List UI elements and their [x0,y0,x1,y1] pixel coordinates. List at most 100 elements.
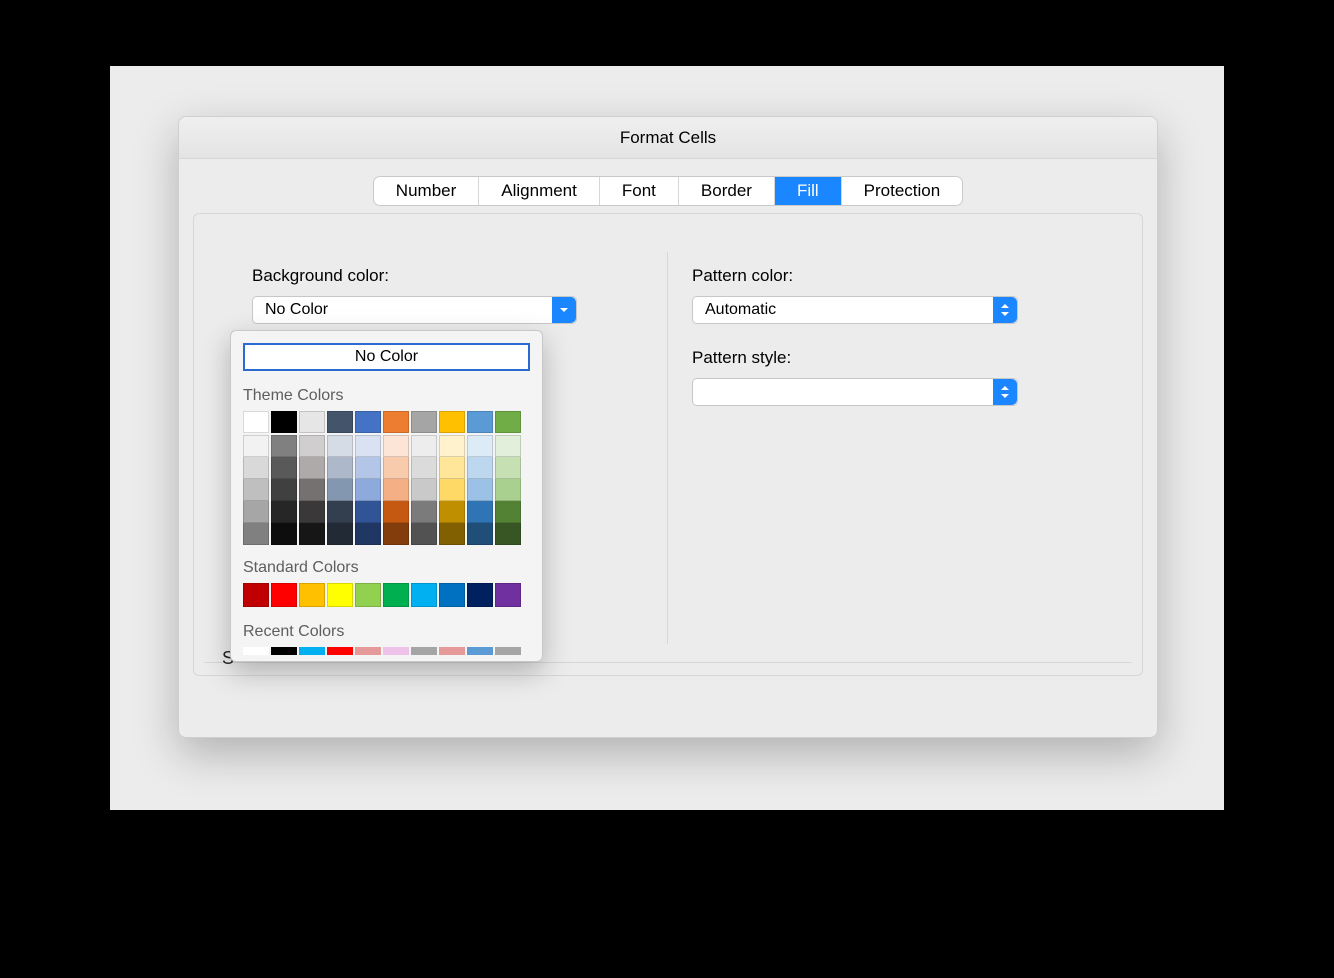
standard-colors-title: Standard Colors [243,559,530,583]
color-swatch[interactable] [383,583,409,607]
background-color-value: No Color [265,301,328,319]
color-swatch[interactable] [243,647,269,655]
color-swatch[interactable] [495,501,521,523]
tab-fill[interactable]: Fill [775,177,842,205]
color-swatch[interactable] [355,501,381,523]
color-swatch[interactable] [467,523,493,545]
color-swatch[interactable] [355,479,381,501]
color-swatch[interactable] [467,435,493,457]
color-swatch[interactable] [495,411,521,433]
color-swatch[interactable] [327,479,353,501]
color-swatch[interactable] [411,523,437,545]
color-swatch[interactable] [243,583,269,607]
color-swatch[interactable] [439,523,465,545]
color-swatch[interactable] [467,457,493,479]
color-swatch[interactable] [327,411,353,433]
color-swatch[interactable] [467,647,493,655]
color-swatch[interactable] [467,501,493,523]
dialog-title: Format Cells [620,128,716,148]
color-swatch[interactable] [439,583,465,607]
color-swatch[interactable] [355,411,381,433]
color-swatch[interactable] [243,501,269,523]
color-swatch[interactable] [467,583,493,607]
pattern-style-label: Pattern style: [692,324,1084,378]
color-swatch[interactable] [243,435,269,457]
color-swatch[interactable] [411,411,437,433]
color-swatch[interactable] [383,647,409,655]
color-swatch[interactable] [411,583,437,607]
color-swatch[interactable] [355,523,381,545]
color-swatch[interactable] [327,457,353,479]
color-swatch[interactable] [271,501,297,523]
color-swatch[interactable] [495,479,521,501]
color-swatch[interactable] [355,583,381,607]
tab-protection[interactable]: Protection [842,177,963,205]
color-swatch[interactable] [299,583,325,607]
color-swatch[interactable] [271,435,297,457]
tab-border[interactable]: Border [679,177,775,205]
color-swatch[interactable] [271,583,297,607]
color-swatch[interactable] [411,647,437,655]
color-swatch[interactable] [383,457,409,479]
color-swatch[interactable] [327,523,353,545]
color-swatch[interactable] [271,479,297,501]
background-color-dropdown[interactable]: No Color [252,296,577,324]
color-swatch[interactable] [243,411,269,433]
color-swatch[interactable] [495,523,521,545]
dialog-titlebar: Format Cells [179,117,1157,159]
color-swatch[interactable] [299,523,325,545]
color-swatch[interactable] [243,523,269,545]
color-swatch[interactable] [271,647,297,655]
color-picker-popover: No Color Theme Colors Standard Colors Re… [230,330,543,662]
color-swatch[interactable] [299,501,325,523]
color-swatch[interactable] [383,523,409,545]
color-swatch[interactable] [299,411,325,433]
color-swatch[interactable] [439,501,465,523]
color-swatch[interactable] [299,435,325,457]
standard-colors-row [243,583,530,607]
tab-font[interactable]: Font [600,177,679,205]
no-color-button[interactable]: No Color [243,343,530,371]
color-swatch[interactable] [299,479,325,501]
color-swatch[interactable] [271,523,297,545]
color-swatch[interactable] [271,411,297,433]
color-swatch[interactable] [271,457,297,479]
pattern-color-dropdown[interactable]: Automatic [692,296,1018,324]
color-swatch[interactable] [439,457,465,479]
color-swatch[interactable] [411,479,437,501]
color-swatch[interactable] [439,435,465,457]
color-swatch[interactable] [383,479,409,501]
tab-number[interactable]: Number [374,177,479,205]
color-swatch[interactable] [327,501,353,523]
color-swatch[interactable] [355,435,381,457]
color-swatch[interactable] [439,479,465,501]
color-swatch[interactable] [243,457,269,479]
divider [204,662,1132,663]
color-swatch[interactable] [411,457,437,479]
color-swatch[interactable] [467,411,493,433]
color-swatch[interactable] [467,479,493,501]
recent-colors-title: Recent Colors [243,623,530,647]
color-swatch[interactable] [439,411,465,433]
pattern-style-dropdown[interactable] [692,378,1018,406]
color-swatch[interactable] [355,457,381,479]
tab-strip: Number Alignment Font Border Fill Protec… [179,159,1157,205]
color-swatch[interactable] [243,479,269,501]
color-swatch[interactable] [439,647,465,655]
color-swatch[interactable] [411,501,437,523]
color-swatch[interactable] [327,647,353,655]
color-swatch[interactable] [383,501,409,523]
color-swatch[interactable] [495,457,521,479]
color-swatch[interactable] [383,435,409,457]
tab-alignment[interactable]: Alignment [479,177,600,205]
color-swatch[interactable] [355,647,381,655]
color-swatch[interactable] [299,457,325,479]
color-swatch[interactable] [327,435,353,457]
color-swatch[interactable] [411,435,437,457]
color-swatch[interactable] [383,411,409,433]
color-swatch[interactable] [495,647,521,655]
color-swatch[interactable] [299,647,325,655]
color-swatch[interactable] [495,435,521,457]
color-swatch[interactable] [327,583,353,607]
color-swatch[interactable] [495,583,521,607]
